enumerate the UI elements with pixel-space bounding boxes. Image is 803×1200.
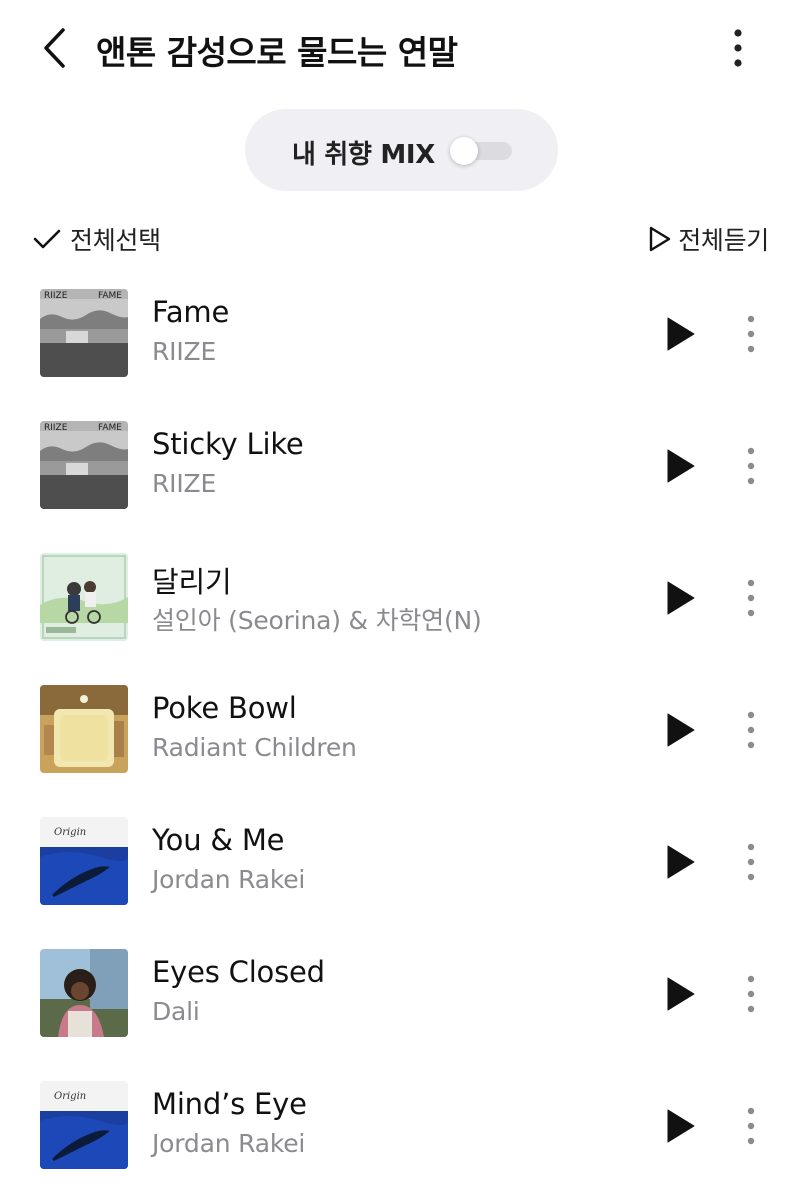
vertical-ellipsis-icon <box>747 447 755 485</box>
taste-mix-toggle[interactable] <box>450 137 512 165</box>
play-icon <box>667 1109 695 1143</box>
vertical-ellipsis-icon <box>747 711 755 749</box>
vertical-ellipsis-icon <box>734 29 742 67</box>
track-title: 달리기 <box>152 565 232 599</box>
play-icon <box>667 449 695 483</box>
select-all-button[interactable]: 전체선택 <box>32 222 161 256</box>
track-row[interactable]: Origin Mind’s Eye Jordan Rakei <box>0 1074 803 1200</box>
top-bar: 앤톤 감성으로 물드는 연말 <box>0 0 803 96</box>
svg-text:FAME: FAME <box>98 423 122 433</box>
track-title: Mind’s Eye <box>152 1087 307 1121</box>
back-button[interactable] <box>32 24 76 72</box>
checkmark-icon <box>33 229 61 249</box>
track-title: Poke Bowl <box>152 691 297 725</box>
svg-text:RIIZE: RIIZE <box>44 291 68 301</box>
track-play-button[interactable] <box>655 968 707 1020</box>
track-row[interactable]: RIIZE FAME Fame RIIZE <box>0 282 803 414</box>
track-artist: RIIZE <box>152 469 217 498</box>
play-icon <box>667 581 695 615</box>
album-cover <box>40 553 128 641</box>
play-icon <box>667 713 695 747</box>
album-cover: RIIZE FAME <box>40 289 128 377</box>
track-play-button[interactable] <box>655 308 707 360</box>
track-row[interactable]: Origin You & Me Jordan Rakei <box>0 810 803 942</box>
track-title: Fame <box>152 295 230 329</box>
track-more-button[interactable] <box>732 572 770 624</box>
play-icon <box>667 845 695 879</box>
track-more-button[interactable] <box>732 836 770 888</box>
chevron-left-icon <box>44 28 65 68</box>
track-title: Eyes Closed <box>152 955 325 989</box>
svg-text:FAME: FAME <box>98 291 122 301</box>
track-play-button[interactable] <box>655 572 707 624</box>
play-all-button[interactable]: 전체듣기 <box>648 222 769 256</box>
track-artist: Jordan Rakei <box>152 865 306 894</box>
vertical-ellipsis-icon <box>747 843 755 881</box>
album-cover: Origin <box>40 817 128 905</box>
track-title: Sticky Like <box>152 427 304 461</box>
track-more-button[interactable] <box>732 968 770 1020</box>
toggle-knob <box>450 137 478 165</box>
track-artist: Radiant Children <box>152 733 357 762</box>
track-play-button[interactable] <box>655 440 707 492</box>
track-artist: 설인아 (Seorina) & 차학연(N) <box>152 606 482 635</box>
track-more-button[interactable] <box>732 308 770 360</box>
album-cover: Origin <box>40 1081 128 1169</box>
page-title: 앤톤 감성으로 물드는 연말 <box>96 33 458 72</box>
track-artist: Jordan Rakei <box>152 1129 306 1158</box>
play-outline-icon <box>649 226 671 252</box>
vertical-ellipsis-icon <box>747 975 755 1013</box>
svg-text:RIIZE: RIIZE <box>44 423 68 433</box>
vertical-ellipsis-icon <box>747 1107 755 1145</box>
vertical-ellipsis-icon <box>747 579 755 617</box>
track-row[interactable]: 달리기 설인아 (Seorina) & 차학연(N) <box>0 546 803 678</box>
vertical-ellipsis-icon <box>747 315 755 353</box>
album-cover <box>40 949 128 1037</box>
album-cover <box>40 685 128 773</box>
track-play-button[interactable] <box>655 836 707 888</box>
track-row[interactable]: Eyes Closed Dali <box>0 942 803 1074</box>
track-play-button[interactable] <box>655 704 707 756</box>
select-all-label: 전체선택 <box>70 226 161 255</box>
track-play-button[interactable] <box>655 1100 707 1152</box>
more-options-button[interactable] <box>716 22 760 74</box>
taste-mix-label: 내 취향 MIX <box>292 140 436 170</box>
track-title: You & Me <box>152 823 285 857</box>
track-artist: RIIZE <box>152 337 217 366</box>
track-row[interactable]: Poke Bowl Radiant Children <box>0 678 803 810</box>
play-all-label: 전체듣기 <box>678 226 769 255</box>
play-icon <box>667 977 695 1011</box>
track-more-button[interactable] <box>732 1100 770 1152</box>
svg-text:Origin: Origin <box>54 827 86 838</box>
track-more-button[interactable] <box>732 440 770 492</box>
svg-text:Origin: Origin <box>54 1091 86 1102</box>
play-icon <box>667 317 695 351</box>
track-artist: Dali <box>152 997 200 1026</box>
album-cover: RIIZE FAME <box>40 421 128 509</box>
track-row[interactable]: RIIZE FAME Sticky Like RIIZE <box>0 414 803 546</box>
taste-mix-pill: 내 취향 MIX <box>245 109 558 191</box>
track-more-button[interactable] <box>732 704 770 756</box>
